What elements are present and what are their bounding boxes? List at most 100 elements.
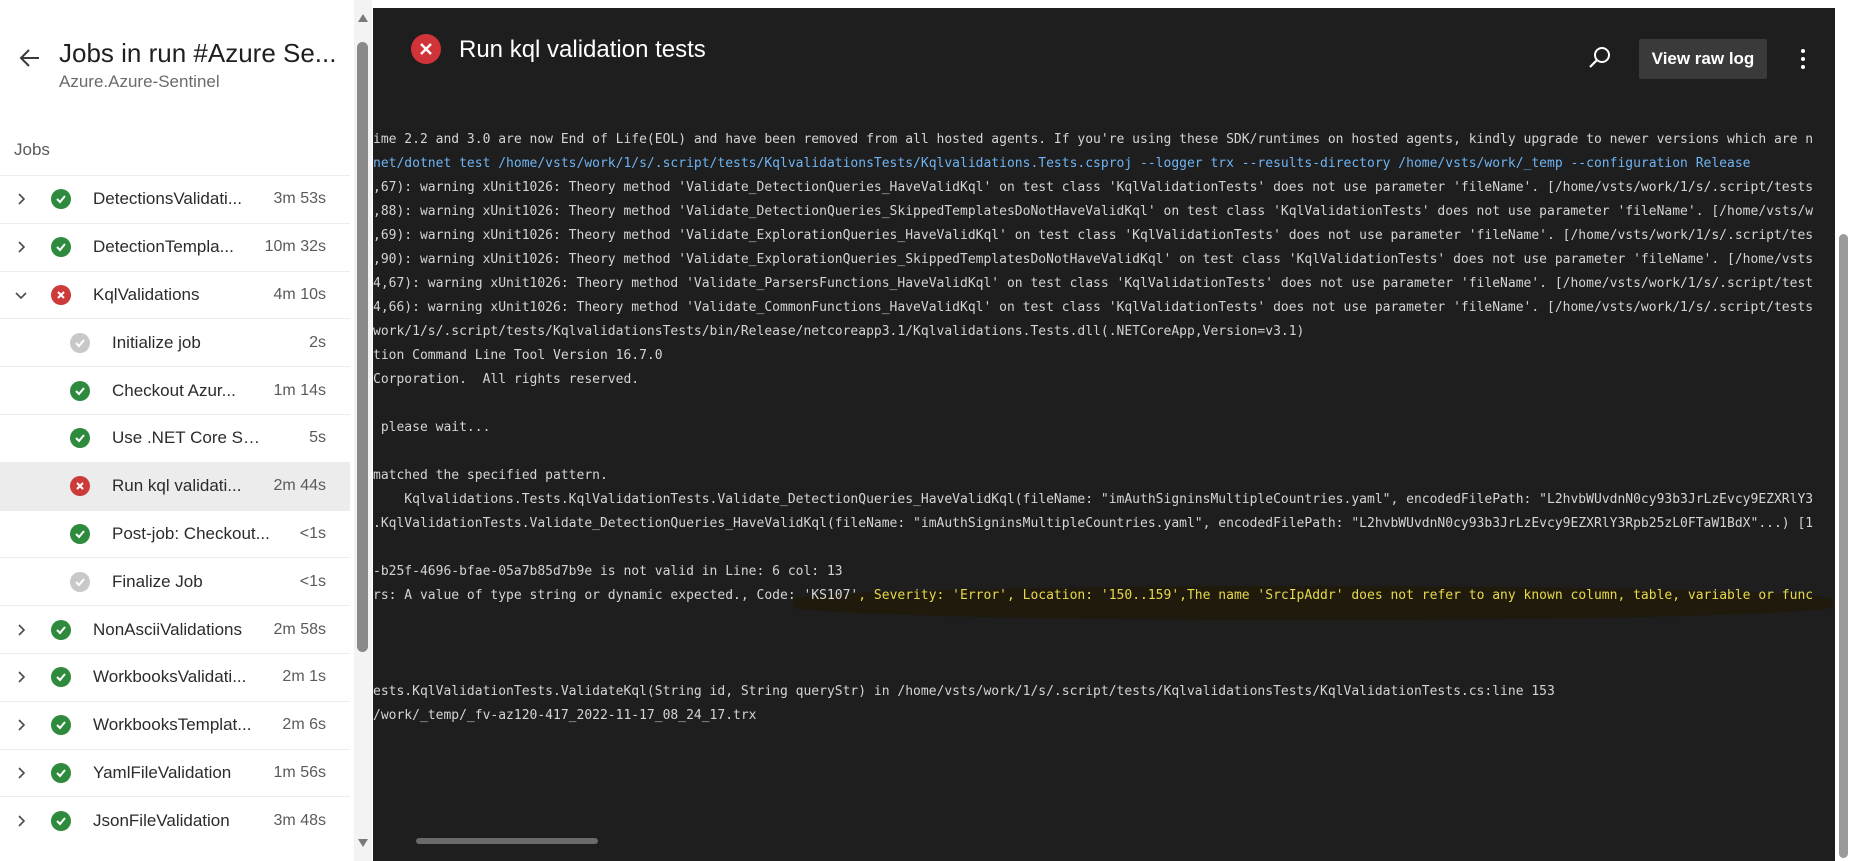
job-row[interactable]: DetectionTempla... 10m 32s: [0, 222, 350, 271]
log-line: 4,67): warning xUnit1026: Theory method …: [373, 272, 1833, 296]
job-row[interactable]: Finalize Job <1s: [0, 557, 350, 605]
log-line-text: ,90): warning xUnit1026: Theory method '…: [373, 252, 1814, 267]
success-check-icon: [51, 237, 71, 258]
log-line: -b25f-4696-bfae-05a7b85d7b9e is not vali…: [373, 560, 1833, 584]
failed-x-icon: [51, 284, 71, 305]
job-row[interactable]: YamlFileValidation 1m 56s: [0, 748, 350, 797]
chevron-right-icon[interactable]: [12, 812, 30, 830]
log-line-text: .KqlValidationTests.Validate_DetectionQu…: [373, 516, 1814, 531]
back-button[interactable]: [14, 42, 46, 74]
log-line: tion Command Line Tool Version 16.7.0: [373, 344, 1833, 368]
chevron-right-icon[interactable]: [12, 621, 30, 639]
chevron-right-icon[interactable]: [12, 190, 30, 208]
success-check-icon: [70, 380, 90, 401]
log-line: ,69): warning xUnit1026: Theory method '…: [373, 224, 1833, 248]
log-line: /work/_temp/_fv-az120-417_2022-11-17_08_…: [373, 704, 1833, 728]
scrollbar-thumb[interactable]: [357, 42, 368, 652]
chevron-right-icon[interactable]: [12, 668, 30, 686]
scroll-down-icon[interactable]: [358, 839, 368, 847]
log-line-text: work/1/s/.script/tests/KqlvalidationsTes…: [373, 324, 1305, 339]
log-line: [373, 656, 1833, 680]
job-duration: 2m 58s: [273, 620, 326, 638]
job-row[interactable]: NonAsciiValidations 2m 58s: [0, 605, 350, 653]
success-check-icon: [70, 523, 90, 544]
success-check-icon: [51, 762, 71, 783]
more-options-button[interactable]: [1791, 44, 1815, 74]
horizontal-scrollbar-thumb[interactable]: [416, 838, 598, 844]
log-line: net/dotnet test /home/vsts/work/1/s/.scr…: [373, 152, 1833, 176]
log-line-text: matched the specified pattern.: [373, 468, 608, 483]
log-line-text: rs: A value of type string or dynamic ex…: [373, 588, 859, 603]
log-line-text: /work/_temp/_fv-az120-417_2022-11-17_08_…: [373, 708, 757, 723]
job-row[interactable]: WorkbooksTemplat... 2m 6s: [0, 700, 350, 749]
job-name: WorkbooksTemplat...: [93, 715, 252, 735]
job-duration: 3m 53s: [273, 190, 326, 208]
log-line: ,90): warning xUnit1026: Theory method '…: [373, 248, 1833, 272]
log-line: .KqlValidationTests.Validate_DetectionQu…: [373, 512, 1833, 536]
arrow-left-icon: [19, 49, 39, 67]
top-strip: [373, 0, 1852, 8]
log-line: work/1/s/.script/tests/KqlvalidationsTes…: [373, 320, 1833, 344]
log-output[interactable]: ime 2.2 and 3.0 are now End of Life(EOL)…: [373, 128, 1833, 728]
job-duration: 4m 10s: [273, 285, 326, 303]
log-line: [373, 392, 1833, 416]
log-line-text: 4,66): warning xUnit1026: Theory method …: [373, 300, 1814, 315]
job-name: KqlValidations: [93, 284, 200, 304]
job-duration: 5s: [309, 429, 326, 447]
job-duration: 1m 14s: [273, 381, 326, 399]
success-check-icon: [70, 428, 90, 449]
success-check-icon: [51, 619, 71, 640]
job-duration: 2m 1s: [282, 668, 326, 686]
log-title: Run kql validation tests: [459, 36, 706, 63]
log-line: matched the specified pattern.: [373, 464, 1833, 488]
log-line: Kqlvalidations.Tests.KqlValidationTests.…: [373, 488, 1833, 512]
job-row[interactable]: JsonFileValidation 3m 48s: [0, 796, 350, 844]
log-line-text: ,67): warning xUnit1026: Theory method '…: [373, 180, 1814, 195]
job-duration: 3m 48s: [273, 811, 326, 829]
failed-status-icon: [411, 34, 441, 64]
log-line: [373, 608, 1833, 632]
job-row[interactable]: Post-job: Checkout... <1s: [0, 509, 350, 558]
skipped-icon: [70, 332, 90, 353]
job-row[interactable]: Initialize job 2s: [0, 318, 350, 366]
job-duration: <1s: [299, 572, 326, 590]
job-row[interactable]: WorkbooksValidati... 2m 1s: [0, 652, 350, 701]
jobs-pane: Jobs in run #Azure Se... Azure.Azure-Sen…: [0, 0, 372, 861]
left-scrollbar[interactable]: [354, 0, 372, 861]
log-scrollbar-thumb[interactable]: [1839, 234, 1848, 858]
log-scrollbar[interactable]: [1835, 8, 1852, 861]
log-line-text: -b25f-4696-bfae-05a7b85d7b9e is not vali…: [373, 564, 843, 579]
log-line-text: ,69): warning xUnit1026: Theory method '…: [373, 228, 1814, 243]
chevron-right-icon[interactable]: [12, 764, 30, 782]
job-row[interactable]: Checkout Azur... 1m 14s: [0, 366, 350, 414]
view-raw-log-button[interactable]: View raw log: [1639, 39, 1767, 79]
pane-subtitle: Azure.Azure-Sentinel: [59, 72, 220, 91]
job-duration: 2m 44s: [273, 477, 326, 495]
log-line-text: please wait...: [373, 420, 491, 435]
job-row[interactable]: DetectionsValidati... 3m 53s: [0, 175, 350, 223]
jobs-heading: Jobs: [14, 140, 50, 159]
job-name: Initialize job: [112, 332, 201, 352]
success-check-icon: [51, 189, 71, 210]
log-line: rs: A value of type string or dynamic ex…: [373, 584, 1833, 608]
job-name: WorkbooksValidati...: [93, 667, 247, 687]
scroll-up-icon[interactable]: [358, 14, 368, 22]
success-check-icon: [51, 667, 71, 688]
chevron-down-icon[interactable]: [12, 286, 30, 304]
log-line-text: Corporation. All rights reserved.: [373, 372, 640, 387]
job-row[interactable]: Run kql validati... 2m 44s: [0, 461, 350, 510]
log-pane: Run kql validation tests View raw log im…: [373, 0, 1852, 861]
log-line-highlight: , Severity: 'Error', Location: '150..159…: [858, 588, 1814, 603]
log-line: ,88): warning xUnit1026: Theory method '…: [373, 200, 1833, 224]
more-dot: [1801, 65, 1805, 69]
log-line-text: 4,67): warning xUnit1026: Theory method …: [373, 276, 1814, 291]
job-row[interactable]: Use .NET Core SDK 3... 5s: [0, 413, 350, 462]
chevron-right-icon[interactable]: [12, 716, 30, 734]
log-line-text: ests.KqlValidationTests.ValidateKql(Stri…: [373, 684, 1555, 699]
job-name: Use .NET Core SDK 3...: [112, 428, 272, 448]
job-row[interactable]: KqlValidations 4m 10s: [0, 270, 350, 319]
search-button[interactable]: [1586, 44, 1614, 72]
log-line-text: tion Command Line Tool Version 16.7.0: [373, 348, 663, 363]
job-duration: 10m 32s: [264, 238, 326, 256]
chevron-right-icon[interactable]: [12, 238, 30, 256]
